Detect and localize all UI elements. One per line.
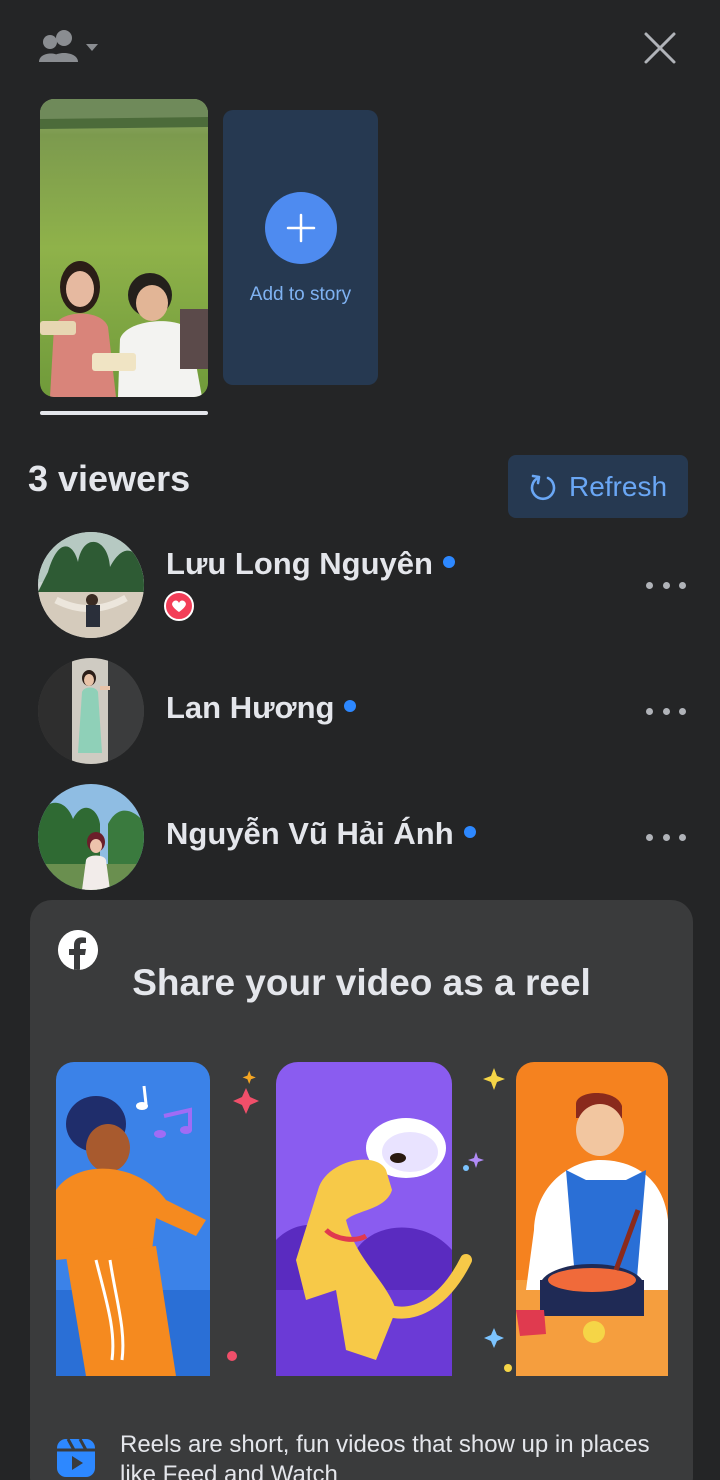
dog-illustration — [276, 1062, 472, 1376]
reels-illustration — [56, 1062, 668, 1376]
more-options-button[interactable] — [646, 827, 686, 847]
top-bar — [0, 0, 720, 95]
story-thumbnail[interactable] — [40, 99, 208, 397]
plus-icon — [286, 213, 316, 243]
more-options-button[interactable] — [646, 575, 686, 595]
share-reel-card[interactable]: Share your video as a reel Reels are sho… — [30, 900, 693, 1480]
dot — [679, 707, 686, 715]
caret-down-icon — [86, 44, 98, 51]
dot — [679, 833, 686, 841]
dot — [662, 833, 670, 841]
viewer-name-row: Nguyễn Vũ Hải Ánh — [166, 816, 476, 852]
viewer-row[interactable]: Lan Hương — [0, 656, 720, 766]
avatar[interactable] — [38, 532, 144, 638]
viewer-name: Nguyễn Vũ Hải Ánh — [166, 816, 454, 851]
dot — [646, 707, 653, 715]
more-options-button[interactable] — [646, 701, 686, 721]
audience-selector-button[interactable] — [36, 26, 102, 66]
viewer-name-row: Lưu Long Nguyên — [166, 546, 455, 582]
refresh-label: Refresh — [568, 470, 668, 502]
online-indicator — [442, 556, 455, 568]
dot — [679, 581, 686, 589]
reel-promo-description: Reels are short, fun videos that show up… — [120, 1431, 650, 1480]
chef-illustration — [516, 1062, 668, 1376]
avatar[interactable] — [38, 658, 144, 764]
viewer-name: Lan Hương — [166, 690, 335, 725]
viewer-row[interactable]: Nguyễn Vũ Hải Ánh — [0, 782, 720, 892]
plus-button — [265, 192, 337, 264]
refresh-icon — [530, 474, 556, 500]
viewers-count-title: 3 viewers — [28, 458, 191, 499]
close-button[interactable] — [638, 26, 682, 70]
dot — [646, 581, 653, 589]
dot — [662, 581, 670, 589]
heart-icon — [172, 600, 186, 612]
love-reaction-icon — [164, 591, 194, 621]
avatar[interactable] — [38, 784, 144, 890]
story-photo — [40, 99, 208, 397]
viewer-name: Lưu Long Nguyên — [166, 546, 433, 581]
selected-story-indicator — [40, 411, 208, 415]
online-indicator — [344, 700, 357, 712]
reel-promo-title: Share your video as a reel — [132, 962, 591, 1003]
close-icon — [644, 32, 676, 64]
viewer-name-row: Lan Hương — [166, 690, 357, 726]
avatar-photo — [38, 532, 144, 638]
reels-icon — [57, 1438, 95, 1477]
add-to-story-button[interactable]: Add to story — [223, 110, 378, 385]
add-to-story-label: Add to story — [249, 284, 352, 305]
dot — [646, 833, 653, 841]
dot — [662, 707, 670, 715]
viewer-row[interactable]: Lưu Long Nguyên — [0, 530, 720, 640]
online-indicator — [463, 826, 476, 838]
refresh-button[interactable]: Refresh — [508, 455, 688, 518]
people-icon — [39, 30, 98, 62]
reel-promo-footer: Reels are short, fun videos that show up… — [56, 1430, 676, 1480]
avatar-photo — [38, 658, 144, 764]
dancer-illustration — [56, 1062, 210, 1376]
avatar-photo — [38, 784, 144, 890]
